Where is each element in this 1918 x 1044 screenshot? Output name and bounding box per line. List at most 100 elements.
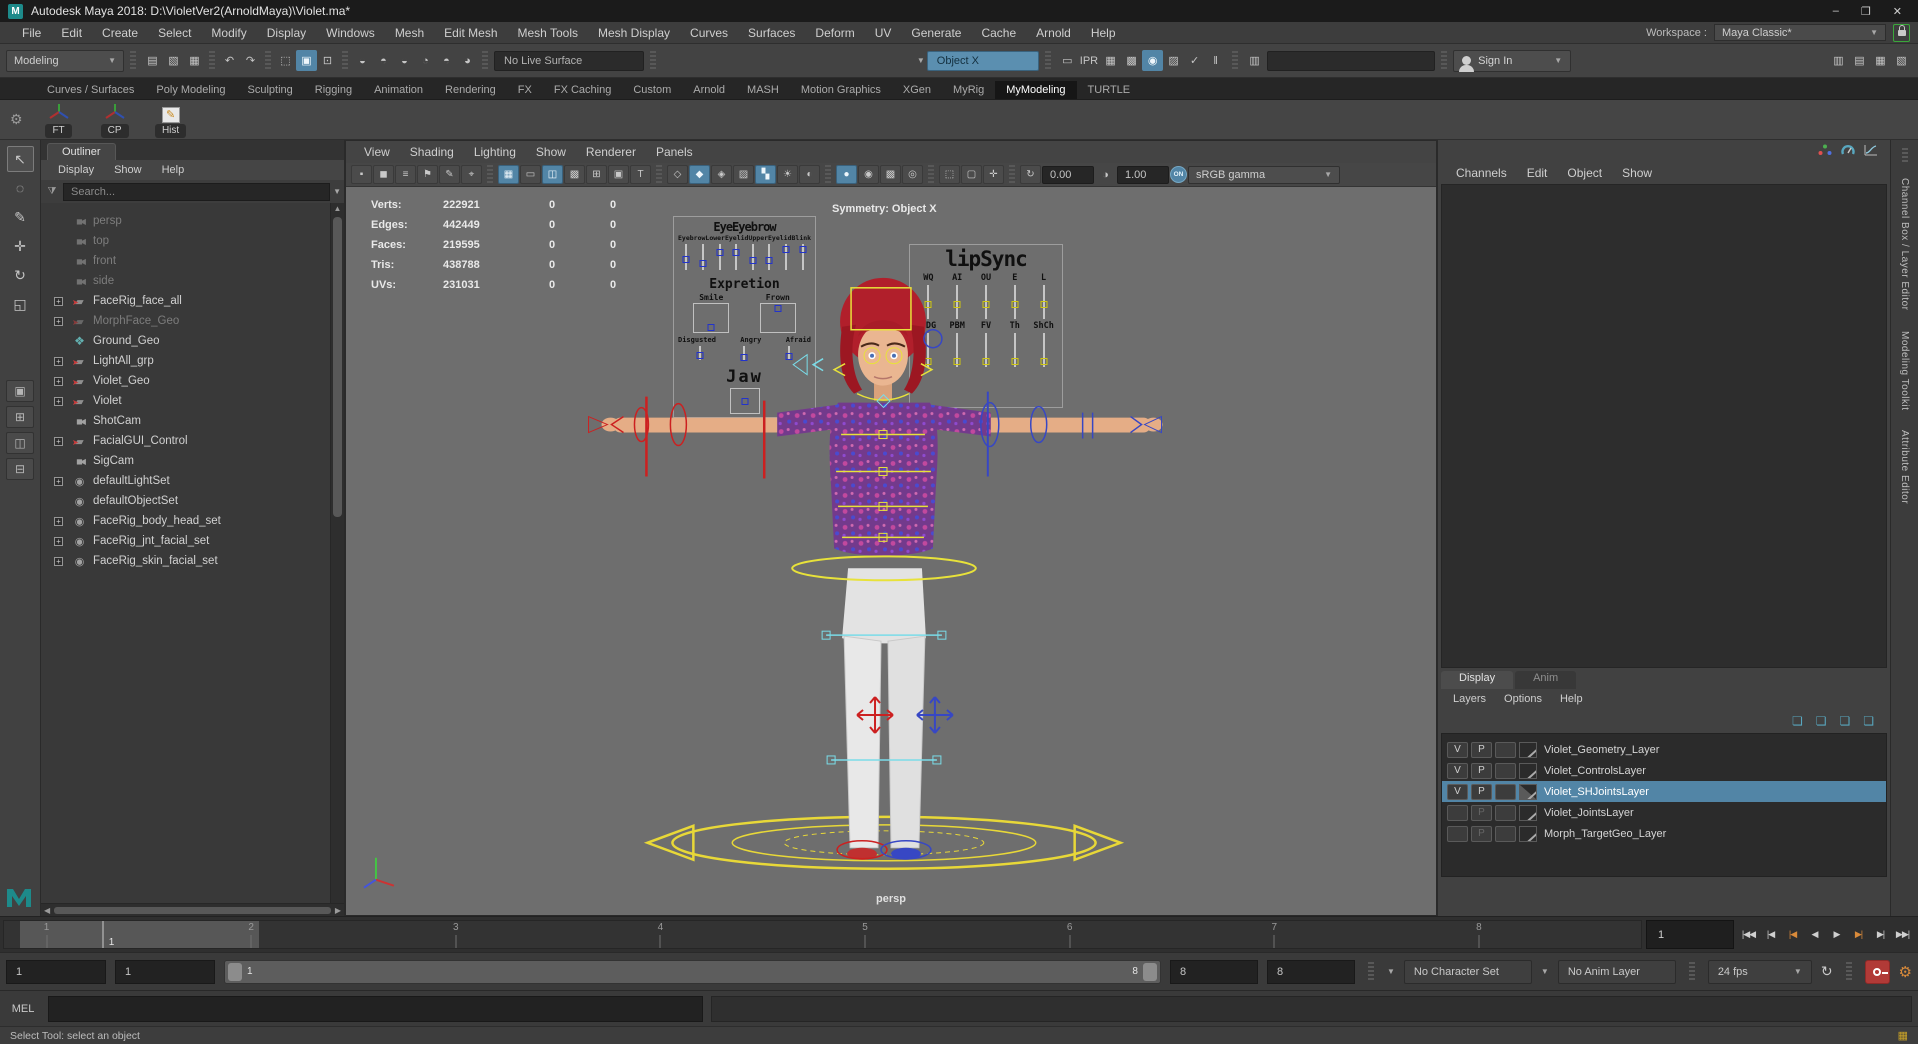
- pause-icon[interactable]: ‖: [1205, 50, 1226, 71]
- wireframe-on-shaded-icon[interactable]: ◈: [711, 165, 732, 184]
- lipsync-slider[interactable]: [985, 285, 987, 319]
- slider-handle[interactable]: [749, 257, 756, 264]
- outliner-item[interactable]: defaultObjectSet: [41, 491, 330, 511]
- layer-menu-layers[interactable]: Layers: [1444, 693, 1495, 705]
- bookmark-icon[interactable]: ⚑: [417, 165, 438, 184]
- slider-handle[interactable]: [954, 358, 961, 365]
- shelf-tab-turtle[interactable]: TURTLE: [1077, 81, 1142, 99]
- channel-box-empty-area[interactable]: [1441, 184, 1887, 668]
- layer-move-down-icon[interactable]: ❏: [1816, 714, 1827, 728]
- shelf-tab-rendering[interactable]: Rendering: [434, 81, 507, 99]
- expand-icon[interactable]: +: [54, 397, 63, 406]
- menubar-item[interactable]: Mesh: [385, 26, 434, 40]
- lipsync-slider[interactable]: [1014, 333, 1016, 367]
- slider-handle[interactable]: [925, 301, 932, 308]
- layer-color-swatch[interactable]: [1519, 763, 1537, 779]
- resolution-gate-icon[interactable]: ◫: [542, 165, 563, 184]
- shelf-tab-arnold[interactable]: Arnold: [682, 81, 736, 99]
- lasso-tool[interactable]: ◌: [7, 175, 34, 201]
- layer-display-toggle[interactable]: [1495, 742, 1516, 758]
- slider-handle[interactable]: [766, 257, 773, 264]
- outliner-item[interactable]: front: [41, 251, 330, 271]
- chevron-down-icon[interactable]: ▼: [1387, 967, 1395, 976]
- chevron-down-icon[interactable]: ▼: [333, 187, 341, 196]
- lipsync-slider[interactable]: [1043, 285, 1045, 319]
- film-gate-icon[interactable]: ▭: [520, 165, 541, 184]
- layer-visible-toggle[interactable]: V: [1447, 742, 1468, 758]
- paint-effects-icon[interactable]: ◉: [1142, 50, 1163, 71]
- expression-box[interactable]: [693, 303, 729, 333]
- viewport-menu-shading[interactable]: Shading: [400, 145, 464, 159]
- expression-box[interactable]: [760, 303, 796, 333]
- outliner-item[interactable]: top: [41, 231, 330, 251]
- layer-row[interactable]: VPViolet_SHJointsLayer: [1442, 781, 1886, 802]
- channel-box-menu-object[interactable]: Object: [1557, 166, 1612, 180]
- expand-icon[interactable]: +: [54, 377, 63, 386]
- viewport-menu-show[interactable]: Show: [526, 145, 576, 159]
- symmetry-check-icon[interactable]: ✓: [1184, 50, 1205, 71]
- auto-keyframe-toggle[interactable]: [1865, 960, 1890, 984]
- menubar-item[interactable]: Generate: [901, 26, 971, 40]
- textured-icon[interactable]: ▨: [733, 165, 754, 184]
- scroll-right-icon[interactable]: ▶: [335, 906, 341, 915]
- field-chart-icon[interactable]: ⊞: [586, 165, 607, 184]
- channel-box-menu-edit[interactable]: Edit: [1517, 166, 1558, 180]
- live-surface-field[interactable]: No Live Surface: [494, 51, 644, 71]
- grease-pencil-icon[interactable]: ✎: [439, 165, 460, 184]
- undo-icon[interactable]: ↶: [219, 50, 240, 71]
- workspace-select[interactable]: Maya Classic* ▼: [1714, 24, 1886, 41]
- colorspace-select[interactable]: sRGB gamma ▼: [1188, 166, 1340, 184]
- snap-to-view-icon[interactable]: ⌖: [461, 165, 482, 184]
- redo-icon[interactable]: ↷: [240, 50, 261, 71]
- layer-row[interactable]: VPViolet_ControlsLayer: [1442, 760, 1886, 781]
- outliner-item[interactable]: +FaceRig_body_head_set: [41, 511, 330, 531]
- outliner-item[interactable]: +LightAll_grp: [41, 351, 330, 371]
- layer-color-swatch[interactable]: [1519, 742, 1537, 758]
- shelf-tab-mymodeling[interactable]: MyModeling: [995, 81, 1076, 99]
- go-to-start-button[interactable]: |◀◀: [1738, 921, 1759, 949]
- symmetry-selector[interactable]: Object X: [927, 51, 1039, 71]
- drag-handle[interactable]: [1902, 148, 1908, 164]
- menubar-item[interactable]: Cache: [971, 26, 1026, 40]
- select-camera-icon[interactable]: ▪: [351, 165, 372, 184]
- checker-icon[interactable]: ▚: [755, 165, 776, 184]
- slider-handle[interactable]: [733, 249, 740, 256]
- lipsync-slider[interactable]: [927, 333, 929, 367]
- slider-handle[interactable]: [799, 246, 806, 253]
- outliner-item[interactable]: persp: [41, 211, 330, 231]
- select-object-icon[interactable]: ▣: [296, 50, 317, 71]
- shelf-tab-animation[interactable]: Animation: [363, 81, 434, 99]
- expand-icon[interactable]: +: [54, 357, 63, 366]
- open-scene-icon[interactable]: ▧: [163, 50, 184, 71]
- viewport-menu-view[interactable]: View: [354, 145, 400, 159]
- close-button[interactable]: ✕: [1893, 5, 1902, 18]
- workspace-lock-icon[interactable]: [1893, 24, 1910, 42]
- shadows-icon[interactable]: ◐: [799, 165, 820, 184]
- outliner-item[interactable]: +FaceRig_jnt_facial_set: [41, 531, 330, 551]
- animation-end-field[interactable]: 8: [1267, 960, 1355, 984]
- menubar-item[interactable]: Windows: [316, 26, 385, 40]
- shelf-tab-xgen[interactable]: XGen: [892, 81, 942, 99]
- slider-handle[interactable]: [774, 305, 781, 312]
- search-input[interactable]: [63, 183, 330, 201]
- xray-icon[interactable]: ▢: [961, 165, 982, 184]
- rotate-tool[interactable]: ↻: [7, 262, 34, 288]
- channel-box-menu-show[interactable]: Show: [1612, 166, 1662, 180]
- multisample-icon[interactable]: ▩: [880, 165, 901, 184]
- gamma-field[interactable]: 1.00: [1117, 166, 1169, 184]
- facial-slider[interactable]: [685, 244, 687, 270]
- snap-projected-center-icon[interactable]: ◔: [415, 50, 436, 71]
- shelf-tab-rigging[interactable]: Rigging: [304, 81, 363, 99]
- menubar-item[interactable]: Arnold: [1026, 26, 1081, 40]
- save-scene-icon[interactable]: ▦: [184, 50, 205, 71]
- scrollbar-thumb[interactable]: [54, 907, 331, 914]
- menubar-item[interactable]: Mesh Tools: [508, 26, 588, 40]
- layer-display-toggle[interactable]: [1495, 826, 1516, 842]
- single-pane-layout[interactable]: ▣: [6, 380, 34, 402]
- split-pane-layout[interactable]: ⊟: [6, 458, 34, 480]
- shelf-button-hist[interactable]: ✎Hist: [147, 102, 195, 138]
- layer-empty-new-icon[interactable]: ❏: [1839, 714, 1850, 728]
- play-backwards-button[interactable]: ◀: [1804, 921, 1825, 949]
- outliner-item[interactable]: SigCam: [41, 451, 330, 471]
- menu-set-selector[interactable]: Modeling ▼: [6, 50, 124, 72]
